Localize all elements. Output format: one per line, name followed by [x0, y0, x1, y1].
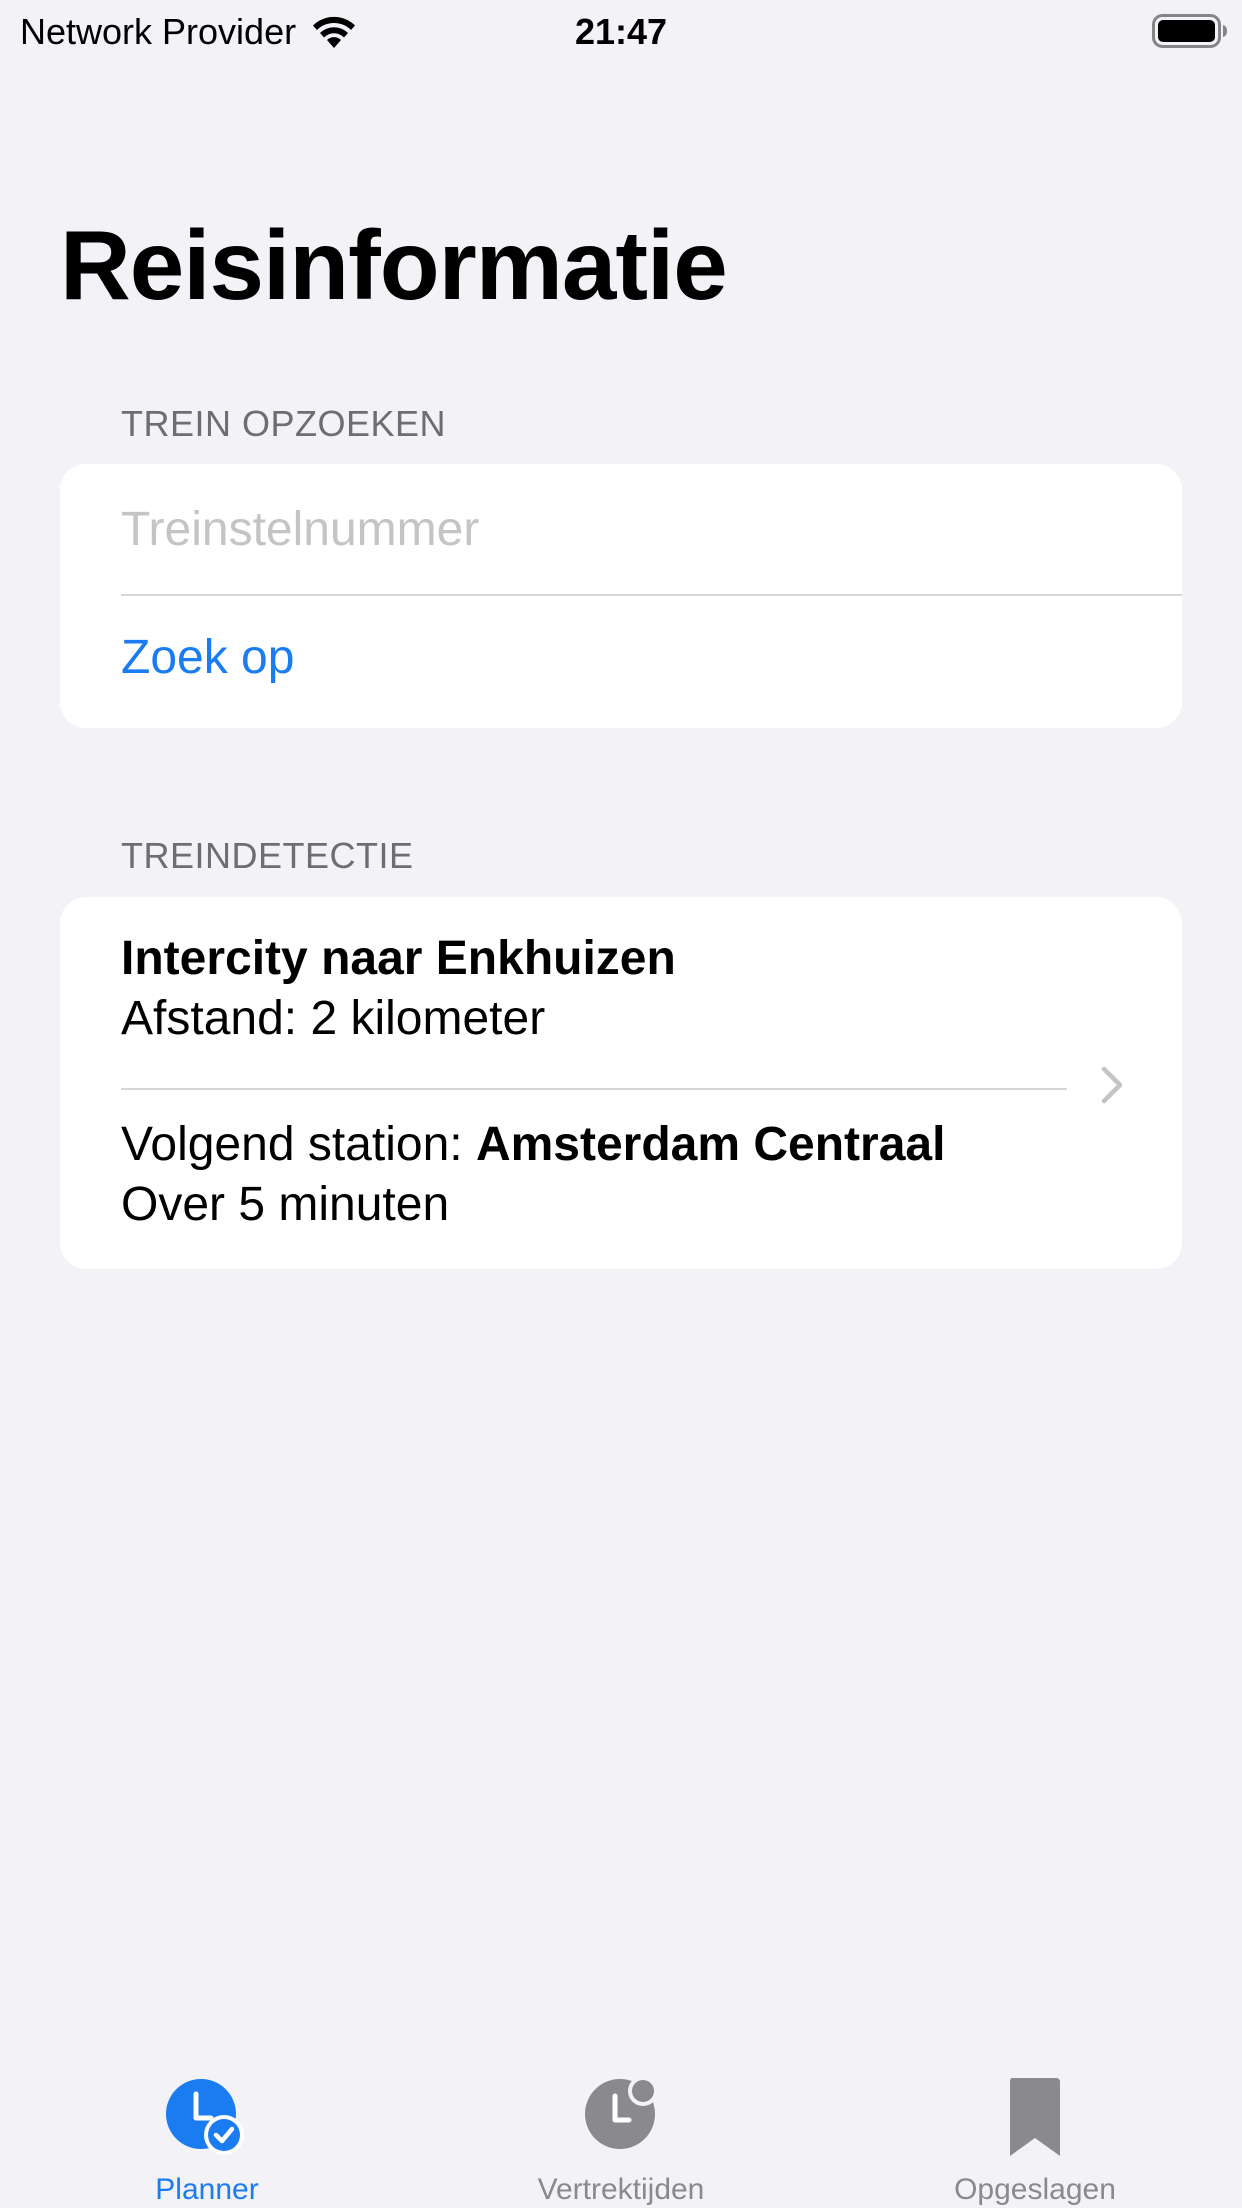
- train-name: Intercity naar Enkhuizen: [121, 932, 676, 985]
- detection-section-header: TREINDETECTIE: [121, 835, 414, 876]
- next-station-prefix: Volgend station:: [121, 1118, 476, 1171]
- next-station-eta: Over 5 minuten: [121, 1178, 450, 1231]
- detected-train-row[interactable]: Intercity naar Enkhuizen Afstand: 2 kilo…: [60, 897, 1182, 1269]
- status-time: 21:47: [574, 11, 668, 52]
- lookup-button[interactable]: Zoek op: [121, 624, 294, 692]
- bookmark-icon: [1010, 2078, 1060, 2156]
- next-station-line: Volgend station: Amsterdam Centraal: [121, 1115, 945, 1175]
- clock-badge-icon: [585, 2078, 658, 2149]
- lookup-card: Zoek op: [60, 464, 1182, 728]
- tab-vertrektijden[interactable]: Vertrektijden: [414, 2028, 828, 2208]
- tab-planner-label: Planner: [155, 2173, 259, 2206]
- tab-planner[interactable]: Planner: [0, 2028, 414, 2208]
- status-bar: Network Provider 21:47: [0, 0, 1242, 64]
- lookup-divider: [121, 594, 1182, 596]
- train-distance: Afstand: 2 kilometer: [121, 992, 546, 1045]
- tab-opgeslagen-label: Opgeslagen: [954, 2173, 1116, 2206]
- train-number-input[interactable]: [121, 486, 1121, 572]
- tab-bar: Planner Vertrektijden Opgeslagen: [0, 2028, 1242, 2208]
- chevron-right-icon: [1101, 1066, 1123, 1104]
- detection-divider: [121, 1088, 1067, 1090]
- tab-vertrektijden-label: Vertrektijden: [537, 2173, 705, 2206]
- tab-opgeslagen[interactable]: Opgeslagen: [828, 2028, 1242, 2208]
- page-title: Reisinformatie: [60, 210, 728, 320]
- battery-icon: [1152, 14, 1228, 48]
- lookup-section-header: TREIN OPZOEKEN: [121, 403, 447, 444]
- next-station-name: Amsterdam Centraal: [475, 1118, 946, 1171]
- clock-checkmark-icon: [166, 2079, 244, 2155]
